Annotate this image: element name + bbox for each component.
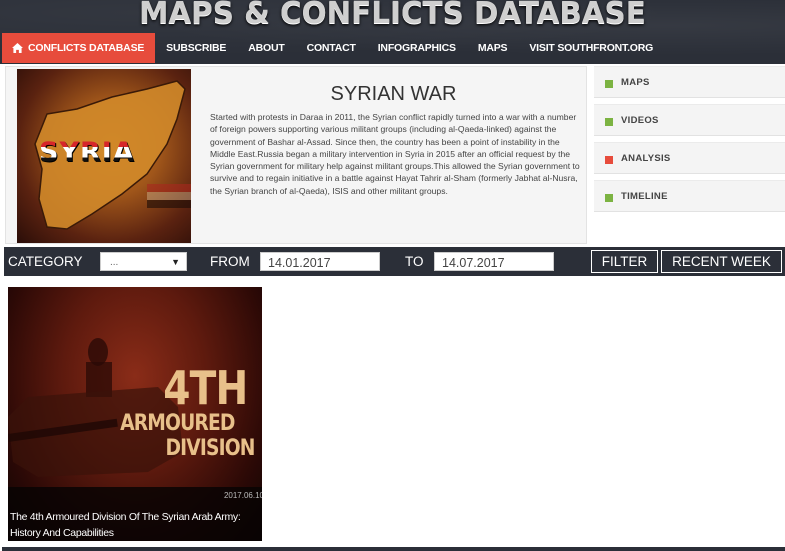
recent-week-button[interactable]: RECENT WEEK	[661, 250, 782, 273]
syria-hero-image: SYRIA	[17, 69, 191, 243]
side-item-maps[interactable]: MAPS	[594, 66, 785, 98]
side-item-label: VIDEOS	[621, 115, 659, 126]
red-square-icon	[605, 156, 613, 164]
green-square-icon	[605, 194, 613, 202]
footer-bar	[2, 547, 785, 551]
article-card[interactable]: 4TH ARMOURED DIVISION 2017.06.10 The 4th…	[8, 287, 262, 541]
conflict-title: SYRIAN WAR	[330, 83, 457, 105]
nav-item-maps[interactable]: MAPS	[467, 33, 519, 63]
from-label: FROM	[210, 254, 250, 269]
site-title: MAPS & CONFLICTS DATABASE	[139, 0, 646, 31]
nav-label: CONFLICTS DATABASE	[28, 42, 145, 54]
card-title[interactable]: The 4th Armoured Division Of The Syrian …	[10, 509, 262, 541]
dropdown-caret-icon: ▼	[171, 257, 180, 267]
syria-image-text: SYRIA	[39, 137, 135, 168]
card-image-headline: 4TH ARMOURED DIVISION	[120, 361, 255, 461]
nav-item-about[interactable]: ABOUT	[237, 33, 295, 63]
side-menu: MAPS VIDEOS ANALYSIS TIMELINE	[594, 66, 785, 218]
from-date-input[interactable]	[260, 252, 380, 271]
nav-item-subscribe[interactable]: SUBSCRIBE	[155, 33, 237, 63]
side-item-videos[interactable]: VIDEOS	[594, 104, 785, 136]
nav-item-contact[interactable]: CONTACT	[296, 33, 367, 63]
side-item-label: MAPS	[621, 77, 650, 88]
side-item-analysis[interactable]: ANALYSIS	[594, 142, 785, 174]
green-square-icon	[605, 118, 613, 126]
green-square-icon	[605, 80, 613, 88]
to-date-input[interactable]	[434, 252, 554, 271]
conflict-intro-panel: SYRIA SYRIAN WAR Started with protests i…	[5, 66, 587, 244]
nav-item-conflicts-database[interactable]: CONFLICTS DATABASE	[2, 33, 156, 63]
filter-bar: CATEGORY ... ▼ FROM TO FILTER RECENT WEE…	[4, 247, 785, 276]
category-select-value: ...	[110, 257, 119, 268]
category-select[interactable]: ... ▼	[100, 252, 187, 271]
home-icon	[12, 43, 23, 53]
card-date: 2017.06.10	[223, 491, 262, 500]
filter-button[interactable]: FILTER	[591, 250, 658, 273]
side-item-label: TIMELINE	[621, 191, 668, 202]
nav-item-visit-southfront[interactable]: VISIT SOUTHFRONT.ORG	[518, 33, 664, 63]
to-label: TO	[405, 254, 424, 269]
category-label: CATEGORY	[8, 254, 83, 269]
conflict-description: Started with protests in Daraa in 2011, …	[210, 112, 580, 196]
side-item-timeline[interactable]: TIMELINE	[594, 180, 785, 212]
side-item-label: ANALYSIS	[621, 153, 671, 164]
nav-item-infographics[interactable]: INFOGRAPHICS	[367, 33, 467, 63]
site-header: MAPS & CONFLICTS DATABASE CONFLICTS DATA…	[0, 0, 785, 64]
main-nav: CONFLICTS DATABASE SUBSCRIBE ABOUT CONTA…	[2, 33, 664, 63]
